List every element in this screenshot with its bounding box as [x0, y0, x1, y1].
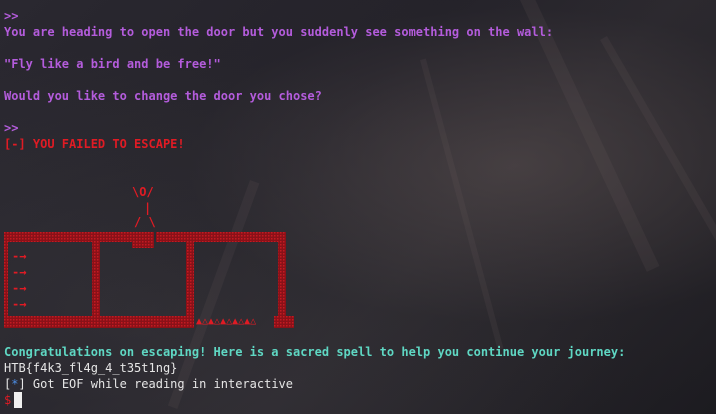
arrow-1: -→	[12, 249, 27, 263]
prompt-marker: >>	[4, 9, 19, 23]
shell-prompt: $	[4, 393, 12, 407]
eof-message: [*] Got EOF while reading in interactive	[4, 376, 293, 392]
wall-message: You are heading to open the door but you…	[4, 25, 554, 39]
arrow-4: -→	[12, 297, 27, 311]
door-question: Would you like to change the door you ch…	[4, 89, 322, 103]
eof-text: ] Got EOF while reading in interactive	[18, 377, 294, 391]
text-cursor[interactable]	[14, 392, 22, 408]
arrow-2: -→	[12, 265, 27, 279]
terminal-output: >> You are heading to open the door but …	[4, 0, 716, 414]
spike-row: ▲△▲△▲△▲△▲△	[196, 316, 257, 327]
flag-text: HTB{f4k3_fl4g_4_t35t1ng}	[4, 361, 178, 375]
congrats-message: Congratulations on escaping! Here is a s…	[4, 345, 626, 359]
quote-message: "Fly like a bird and be free!"	[4, 57, 221, 71]
arrow-3: -→	[12, 281, 27, 295]
fail-message: [-] YOU FAILED TO ESCAPE!	[4, 137, 185, 151]
maze-walls	[4, 232, 294, 328]
prompt-marker-2: >>	[4, 121, 19, 135]
escape-ascii-art: \O/ | / \ -→ -→ -→ -→ ▲△▲△▲△▲△▲△	[4, 184, 304, 330]
